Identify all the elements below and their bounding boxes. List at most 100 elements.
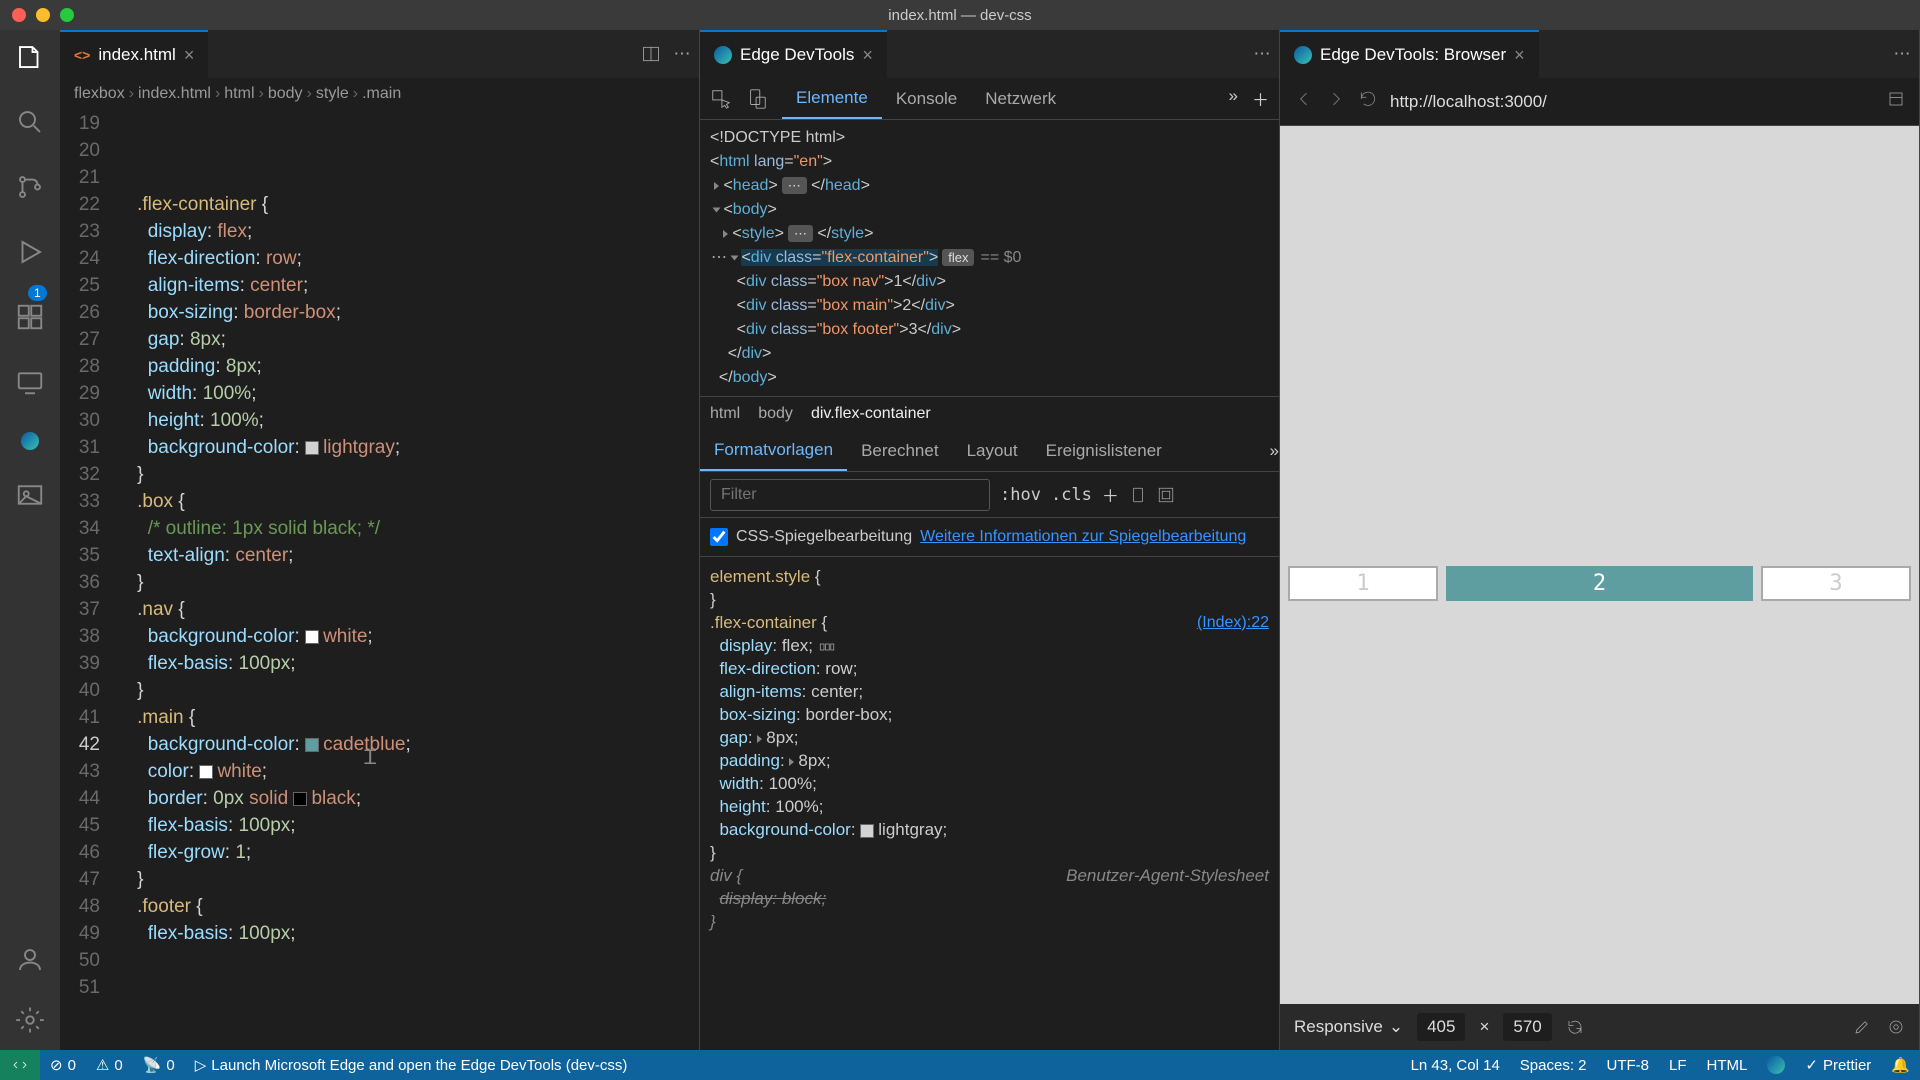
status-prettier[interactable]: ✓ Prettier xyxy=(1795,1056,1881,1074)
more-actions-icon[interactable]: ⋯ xyxy=(1893,44,1911,64)
computed-icon[interactable] xyxy=(1157,486,1175,504)
devtools-tab[interactable]: Edge DevTools × xyxy=(700,30,887,78)
line-gutter: 1920212223242526272829303132333435363738… xyxy=(60,110,116,1050)
browser-viewport[interactable]: 1 2 3 Responsive ⌄ 405 × 570 xyxy=(1280,126,1919,1050)
breadcrumb-item[interactable]: style xyxy=(316,85,349,103)
remote-indicator[interactable] xyxy=(0,1050,40,1080)
inspect-icon[interactable] xyxy=(710,88,732,110)
tab-layout[interactable]: Layout xyxy=(953,430,1032,471)
edge-tools-icon[interactable] xyxy=(21,432,39,450)
status-warnings[interactable]: ⚠ 0 xyxy=(86,1056,133,1074)
responsive-selector[interactable]: Responsive ⌄ xyxy=(1294,1017,1403,1037)
target-icon[interactable] xyxy=(1887,1018,1905,1036)
browser-tab[interactable]: Edge DevTools: Browser × xyxy=(1280,30,1539,78)
close-window-button[interactable] xyxy=(12,8,26,22)
device-icon[interactable] xyxy=(1129,486,1147,504)
more-tabs-icon[interactable]: » xyxy=(1229,86,1238,111)
breadcrumb-item[interactable]: body xyxy=(268,85,303,103)
breadcrumb-item[interactable]: html xyxy=(224,85,254,103)
rotate-icon[interactable] xyxy=(1566,1018,1584,1036)
minimize-window-button[interactable] xyxy=(36,8,50,22)
settings-gear-icon[interactable] xyxy=(15,1005,45,1040)
edit-icon[interactable] xyxy=(1853,1018,1871,1036)
viewport-width[interactable]: 405 xyxy=(1417,1013,1465,1041)
devtools-inner-tabs: Elemente Konsole Netzwerk » ＋ xyxy=(700,78,1279,120)
tab-ereignislistener[interactable]: Ereignislistener xyxy=(1032,430,1176,471)
crumb-html[interactable]: html xyxy=(710,405,740,423)
status-language[interactable]: HTML xyxy=(1697,1056,1758,1074)
add-tab-icon[interactable]: ＋ xyxy=(1252,86,1269,111)
window-titlebar: index.html — dev-css xyxy=(0,0,1920,30)
bookmark-icon[interactable] xyxy=(1887,90,1905,113)
status-eol[interactable]: LF xyxy=(1659,1056,1697,1074)
rendered-box-main: 2 xyxy=(1446,566,1753,601)
filter-input[interactable] xyxy=(710,479,990,511)
mirror-link[interactable]: Weitere Informationen zur Spiegelbearbei… xyxy=(920,528,1246,546)
source-control-icon[interactable] xyxy=(15,172,45,207)
devtools-tab-row: Edge DevTools × ⋯ xyxy=(700,30,1279,78)
close-tab-icon[interactable]: × xyxy=(862,45,873,66)
dimension-x: × xyxy=(1479,1017,1489,1037)
tab-konsole[interactable]: Konsole xyxy=(882,78,971,119)
reload-button[interactable] xyxy=(1358,89,1378,114)
rendered-box-footer: 3 xyxy=(1761,566,1911,601)
text-cursor-icon: Ꮖ xyxy=(364,745,377,772)
breadcrumb-bar[interactable]: flexbox › index.html › html › body › sty… xyxy=(60,78,699,110)
rendered-box-nav: 1 xyxy=(1288,566,1438,601)
traffic-lights[interactable] xyxy=(0,8,74,22)
tab-elemente[interactable]: Elemente xyxy=(782,78,882,119)
hov-toggle[interactable]: :hov xyxy=(1000,485,1041,505)
status-encoding[interactable]: UTF-8 xyxy=(1597,1056,1660,1074)
back-button[interactable] xyxy=(1294,89,1314,114)
status-launch[interactable]: ▷ Launch Microsoft Edge and open the Edg… xyxy=(185,1056,638,1074)
extensions-icon[interactable] xyxy=(15,302,45,337)
crumb-body[interactable]: body xyxy=(758,405,793,423)
status-errors[interactable]: ⊘ 0 xyxy=(40,1056,86,1074)
explorer-icon[interactable] xyxy=(15,42,45,77)
crumb-flex[interactable]: div.flex-container xyxy=(811,405,931,423)
dom-breadcrumb[interactable]: html body div.flex-container xyxy=(700,396,1279,430)
mirror-label: CSS-Spiegelbearbeitung xyxy=(736,528,912,546)
close-tab-icon[interactable]: × xyxy=(1514,45,1525,66)
accounts-icon[interactable] xyxy=(15,945,45,980)
maximize-window-button[interactable] xyxy=(60,8,74,22)
split-editor-icon[interactable] xyxy=(641,44,661,64)
flex-badge-icon[interactable] xyxy=(818,638,836,656)
status-spaces[interactable]: Spaces: 2 xyxy=(1510,1056,1597,1074)
html-file-icon: <> xyxy=(74,47,90,63)
styles-rules[interactable]: element.style { } (Index):22.flex-contai… xyxy=(700,557,1279,1050)
url-bar[interactable]: http://localhost:3000/ xyxy=(1390,92,1875,112)
remote-explorer-icon[interactable] xyxy=(15,367,45,402)
more-actions-icon[interactable]: ⋯ xyxy=(1253,44,1271,64)
tab-formatvorlagen[interactable]: Formatvorlagen xyxy=(700,430,847,471)
forward-button[interactable] xyxy=(1326,89,1346,114)
tab-berechnet[interactable]: Berechnet xyxy=(847,430,953,471)
status-bell-icon[interactable]: 🔔 xyxy=(1881,1056,1920,1074)
status-ports[interactable]: 📡 0 xyxy=(133,1056,185,1074)
edge-icon xyxy=(1294,46,1312,64)
search-icon[interactable] xyxy=(15,107,45,142)
breadcrumb-item[interactable]: index.html xyxy=(138,85,211,103)
cls-toggle[interactable]: .cls xyxy=(1051,485,1092,505)
tab-netzwerk[interactable]: Netzwerk xyxy=(971,78,1070,119)
code-lines[interactable]: Ꮖ .flex-container { display: flex; flex-… xyxy=(116,110,699,1050)
mirror-checkbox[interactable] xyxy=(710,528,728,546)
ua-stylesheet-label: Benutzer-Agent-Stylesheet xyxy=(1066,864,1269,887)
image-icon[interactable] xyxy=(15,480,45,515)
file-tab-index[interactable]: <> index.html × xyxy=(60,30,208,78)
rule-source-link[interactable]: (Index):22 xyxy=(1197,611,1269,634)
viewport-height[interactable]: 570 xyxy=(1503,1013,1551,1041)
more-subtabs-icon[interactable]: » xyxy=(1270,441,1279,461)
breadcrumb-item[interactable]: .main xyxy=(362,85,401,103)
close-tab-icon[interactable]: × xyxy=(184,45,195,66)
more-actions-icon[interactable]: ⋯ xyxy=(673,44,691,64)
status-edge-icon[interactable] xyxy=(1757,1056,1795,1074)
dom-tree[interactable]: <!DOCTYPE html> <html lang="en"> <head>⋯… xyxy=(700,120,1279,396)
browser-pane: Edge DevTools: Browser × ⋯ http://localh… xyxy=(1280,30,1920,1050)
status-cursor[interactable]: Ln 43, Col 14 xyxy=(1401,1056,1510,1074)
device-emulation-icon[interactable] xyxy=(746,88,768,110)
breadcrumb-item[interactable]: flexbox xyxy=(74,85,125,103)
code-viewport[interactable]: 1920212223242526272829303132333435363738… xyxy=(60,110,699,1050)
add-rule-icon[interactable]: ＋ xyxy=(1102,482,1119,507)
run-debug-icon[interactable] xyxy=(15,237,45,272)
